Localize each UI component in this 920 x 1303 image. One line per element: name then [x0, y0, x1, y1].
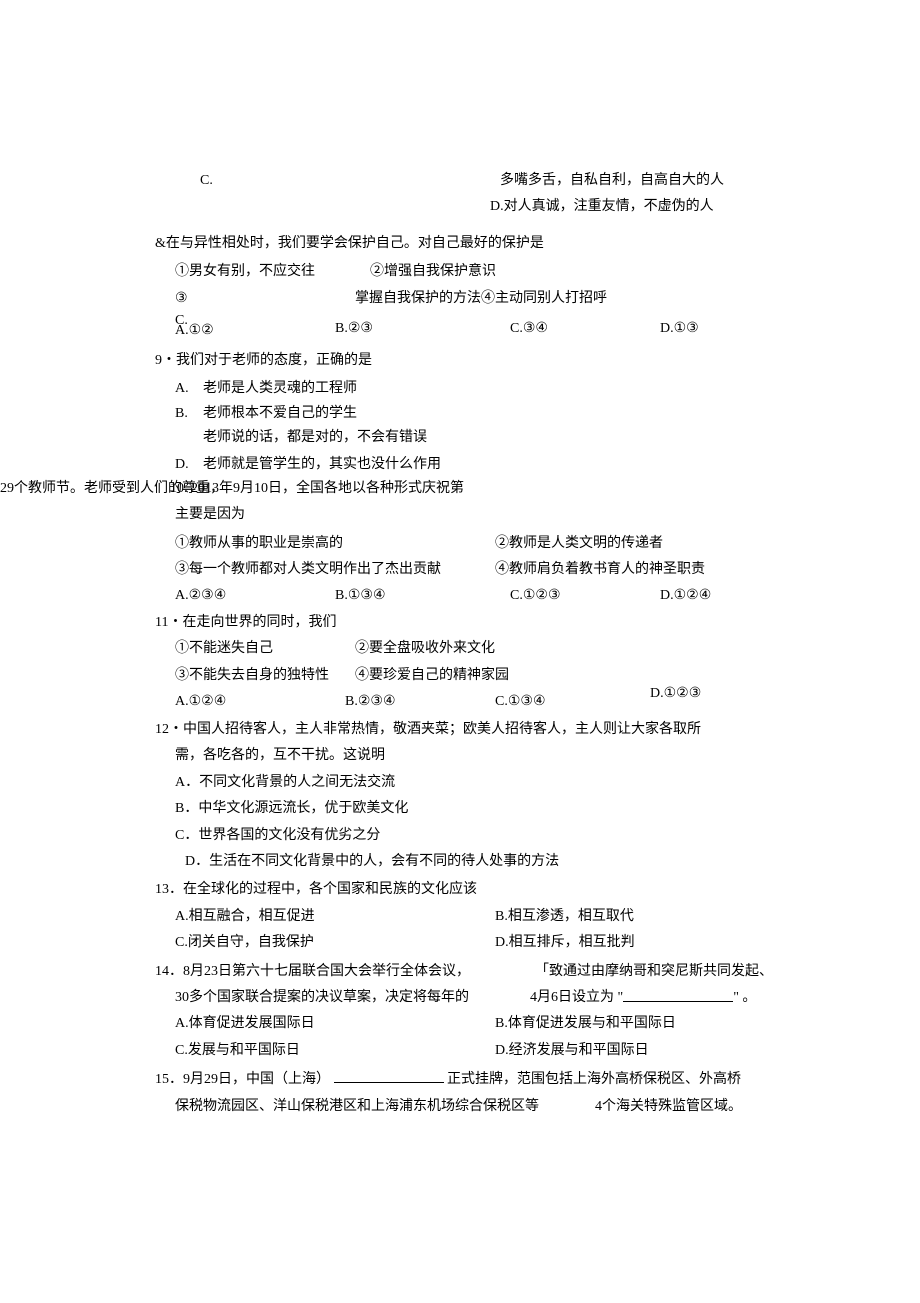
q9-text-b: 老师根本不爱自己的学生	[203, 403, 357, 425]
q8-items-row1: ①男女有别，不应交往 ②增强自我保护意识	[0, 261, 920, 283]
q12-stem-l2: 需，各吃各的，互不干扰。这说明	[0, 745, 920, 767]
q8-item1: ①男女有别，不应交往	[175, 261, 370, 283]
q11-items-row2: ③不能失去自身的独特性 ④要珍爱自己的精神家园	[0, 665, 920, 687]
q11-item2: ②要全盘吸收外来文化	[355, 638, 495, 660]
q10-items-row2: ③每一个教师都对人类文明作出了杰出贡献 ④教师肩负着教书育人的神圣职责	[0, 559, 920, 581]
q14-stem-l1-left: 14．8月23日第六十七届联合国大会举行全体会议，	[0, 961, 535, 983]
q10-side-text: 29个教师节。老师受到人们的尊重，	[0, 478, 224, 500]
q11-opt-d: D.①②③	[650, 683, 701, 705]
q13-stem: 13．在全球化的过程中，各个国家和民族的文化应该	[0, 879, 920, 901]
q9-stem: 9・我们对于老师的态度，正确的是	[0, 350, 920, 372]
q13-opt-a: A.相互融合，相互促进	[0, 906, 495, 928]
q15-stem-l1-pre: 15．9月29日，中国（上海）	[155, 1072, 330, 1087]
q8-opt-c: C.③④	[510, 318, 548, 340]
q9-extra-c: 老师说的话，都是对的，不会有错误	[0, 427, 920, 449]
q11-opt-a: A.①②④	[175, 691, 226, 713]
document-page: C. 多嘴多舌，自私自利，自高自大的人 D.对人真诚，注重友情，不虚伪的人 &在…	[0, 0, 920, 1118]
q12-opt-d: D．生活在不同文化背景中的人，会有不同的待人处事的方法	[0, 851, 920, 873]
q15-blank	[334, 1068, 444, 1083]
q14-opt-d: D.经济发展与和平国际日	[495, 1040, 649, 1062]
q10-opt-a: A.②③④	[175, 585, 335, 607]
q8-options-row: C. A.①② B.②③ C.③④ D.①③	[0, 314, 920, 336]
q14-stem-l2-left: 30多个国家联合提案的决议草案，决定将每年的	[175, 987, 530, 1009]
q13-options-row1: A.相互融合，相互促进 B.相互渗透，相互取代	[0, 906, 920, 928]
q14-stem-l1-right: 「致通过由摩纳哥和突尼斯共同发起、	[535, 961, 773, 983]
q10-item4: ④教师肩负着教书育人的神圣职责	[495, 559, 705, 581]
q14-opt-b: B.体育促进发展与和平国际日	[495, 1013, 676, 1035]
q8-opt-b: B.②③	[335, 318, 373, 340]
q12-opt-a: A．不同文化背景的人之间无法交流	[0, 772, 920, 794]
q11-items-row1: ①不能迷失自己 ②要全盘吸收外来文化	[0, 638, 920, 660]
q10-opt-d: D.①②④	[660, 585, 800, 607]
q9-text-d: 老师就是管学生的，其实也没什么作用	[203, 454, 441, 476]
q14-options-row1: A.体育促进发展国际日 B.体育促进发展与和平国际日	[0, 1013, 920, 1035]
q8-opt-a: A.①②	[175, 320, 214, 342]
q14-stem-l2: 30多个国家联合提案的决议草案，决定将每年的 4月6日设立为 " " 。	[0, 987, 920, 1009]
q11-options: A.①②④ B.②③④ C.①③④ D.①②③	[0, 691, 920, 713]
q14-opt-c: C.发展与和平国际日	[0, 1040, 495, 1062]
q10-opt-b: B.①③④	[335, 585, 510, 607]
q13-opt-b: B.相互渗透，相互取代	[495, 906, 634, 928]
q11-opt-c: C.①③④	[495, 691, 546, 713]
q14-options-row2: C.发展与和平国际日 D.经济发展与和平国际日	[0, 1040, 920, 1062]
q10-item1: ①教师从事的职业是崇高的	[0, 533, 495, 555]
q11-item1: ①不能迷失自己	[175, 638, 355, 660]
q12-opt-c: C．世界各国的文化没有优劣之分	[0, 825, 920, 847]
q10-item2: ②教师是人类文明的传递者	[495, 533, 663, 555]
q12-opt-b: B．中华文化源远流长，优于欧美文化	[0, 798, 920, 820]
q14-stem-l1: 14．8月23日第六十七届联合国大会举行全体会议， 「致通过由摩纳哥和突尼斯共同…	[0, 961, 920, 983]
q14-stem-l2-mid: 4月6日设立为 "	[530, 987, 623, 1009]
q14-blank	[623, 987, 733, 1002]
q7-option-c-row: C. 多嘴多舌，自私自利，自高自大的人	[0, 170, 920, 192]
q11-stem: 11・在走向世界的同时，我们	[0, 612, 920, 634]
q15-stem-l2: 保税物流园区、洋山保税港区和上海浦东机场综合保税区等 4个海关特殊监管区域。	[0, 1096, 920, 1118]
q10-items-row1: ①教师从事的职业是崇高的 ②教师是人类文明的传递者	[0, 533, 920, 555]
q8-items-row2: ③ 掌握自我保护的方法④主动同别人打招呼	[0, 288, 920, 310]
q10-opt-c: C.①②③	[510, 585, 660, 607]
q9-letter-d: D.	[175, 454, 203, 476]
q7-option-c-text: 多嘴多舌，自私自利，自高自大的人	[500, 170, 724, 192]
q12-stem-l1: 12・中国人招待客人，主人非常热情，敬酒夹菜；欧美人招待客人，主人则让大家各取所	[0, 719, 920, 741]
q14-opt-a: A.体育促进发展国际日	[0, 1013, 495, 1035]
q15-stem-l2-left: 保税物流园区、洋山保税港区和上海浦东机场综合保税区等	[175, 1096, 595, 1118]
q15-stem-l1-post: 正式挂牌，范围包括上海外高桥保税区、外高桥	[447, 1072, 741, 1087]
q11-opt-b: B.②③④	[345, 691, 396, 713]
q9-letter-b: B.	[175, 403, 203, 425]
q13-options-row2: C.闭关自守，自我保护 D.相互排斥，相互批判	[0, 932, 920, 954]
q14-stem-l2-end: " 。	[733, 987, 756, 1009]
q9-text-a: 老师是人类灵魂的工程师	[203, 378, 357, 400]
q9-option-a: A. 老师是人类灵魂的工程师	[0, 378, 920, 400]
q10-options: A.②③④ B.①③④ C.①②③ D.①②④	[0, 585, 920, 607]
q7-option-c-label: C.	[0, 170, 500, 192]
q8-stem: &在与异性相处时，我们要学会保护自己。对自己最好的保护是	[0, 233, 920, 255]
q15-stem-l2-right: 4个海关特殊监管区域。	[595, 1096, 742, 1118]
q15-stem-l1: 15．9月29日，中国（上海） 正式挂牌，范围包括上海外高桥保税区、外高桥	[0, 1068, 920, 1091]
q10-line2: 主要是因为	[0, 504, 920, 526]
q9-option-d: D. 老师就是管学生的，其实也没什么作用	[0, 454, 920, 476]
q13-opt-c: C.闭关自守，自我保护	[0, 932, 495, 954]
q9-letter-a: A.	[175, 378, 203, 400]
q8-item3-prefix: ③	[175, 288, 355, 310]
q8-opt-d: D.①③	[660, 318, 699, 340]
q11-item4: ④要珍爱自己的精神家园	[355, 665, 509, 687]
q11-item3: ③不能失去自身的独特性	[175, 665, 355, 687]
q8-item3-rest: 掌握自我保护的方法④主动同别人打招呼	[355, 288, 607, 310]
q8-item2: ②增强自我保护意识	[370, 261, 496, 283]
q7-option-d: D.对人真诚，注重友情，不虚伪的人	[0, 196, 920, 218]
q10-stem-row: 29个教师节。老师受到人们的尊重， 10. 2013年9月10日，全国各地以各种…	[0, 478, 920, 500]
q10-item3: ③每一个教师都对人类文明作出了杰出贡献	[0, 559, 495, 581]
q9-option-b: B. 老师根本不爱自己的学生	[0, 403, 920, 425]
q13-opt-d: D.相互排斥，相互批判	[495, 932, 635, 954]
